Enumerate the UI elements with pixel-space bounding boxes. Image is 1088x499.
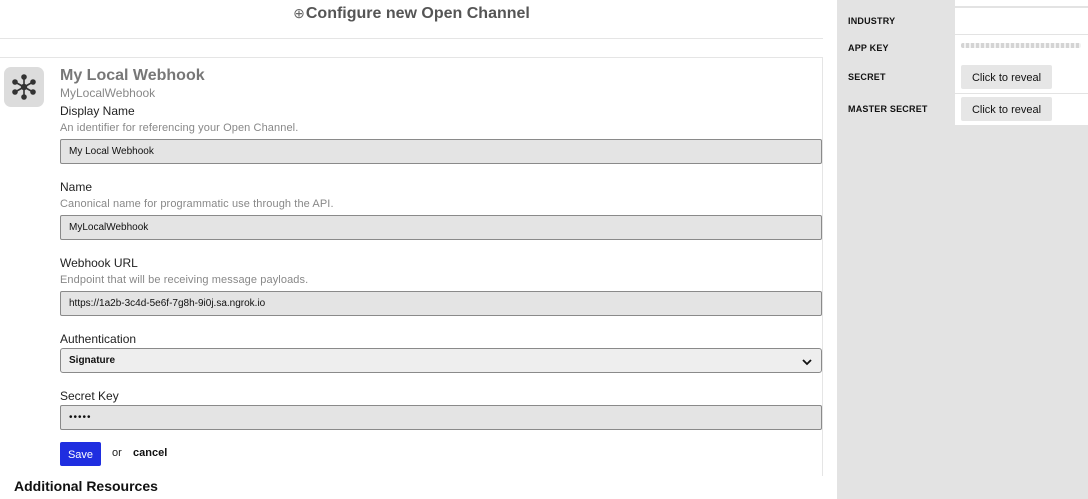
hub-asterisk-icon [4,67,44,107]
reveal-master-secret-button[interactable]: Click to reveal [961,97,1052,121]
app-key-redacted [961,43,1081,48]
name-label: Name [60,180,93,194]
app-name: My Local Webhook [60,67,205,84]
secret-row: SECRET Click to reveal [837,62,1088,94]
master-secret-label: MASTER SECRET [848,104,928,114]
industry-value [955,8,1088,34]
app-key-value [955,35,1088,62]
add-circle-icon: ⊕ [293,5,305,21]
display-name-label: Display Name [60,104,135,118]
cancel-link[interactable]: cancel [133,447,167,459]
industry-label: INDUSTRY [848,16,896,26]
page-header: ⊕Configure new Open Channel [0,0,823,39]
or-separator: or [112,447,122,459]
master-secret-row: MASTER SECRET Click to reveal [837,94,1088,126]
authentication-selected-value: Signature [69,355,116,366]
app-details-panel: INDUSTRY APP KEY SECRET Click to reveal … [837,0,1088,499]
name-help: Canonical name for programmatic use thro… [60,198,334,210]
page-title: ⊕Configure new Open Channel [0,5,823,23]
authentication-label: Authentication [60,332,137,346]
webhook-url-input[interactable]: https://1a2b-3c4d-5e6f-7g8h-9i0j.sa.ngro… [60,291,822,316]
additional-resources-heading: Additional Resources [14,478,158,494]
page-title-text: Configure new Open Channel [305,5,530,22]
app-key-label: APP KEY [848,43,889,53]
webhook-url-label: Webhook URL [60,256,138,270]
secret-key-input[interactable]: ••••• [60,405,822,430]
authentication-select[interactable]: Signature [60,348,822,373]
name-input[interactable]: MyLocalWebhook [60,215,822,240]
chevron-down-icon [801,354,813,377]
main-content: ⊕Configure new Open Channel My Local Web… [0,0,823,499]
app-slug: MyLocalWebhook [60,86,156,100]
webhook-url-help: Endpoint that will be receiving message … [60,274,309,286]
secret-key-label: Secret Key [60,389,119,403]
panel-top-row [837,0,1088,6]
reveal-secret-button[interactable]: Click to reveal [961,65,1052,89]
secret-label: SECRET [848,72,886,82]
display-name-help: An identifier for referencing your Open … [60,122,299,134]
save-button[interactable]: Save [60,442,101,466]
display-name-input[interactable]: My Local Webhook [60,139,822,164]
